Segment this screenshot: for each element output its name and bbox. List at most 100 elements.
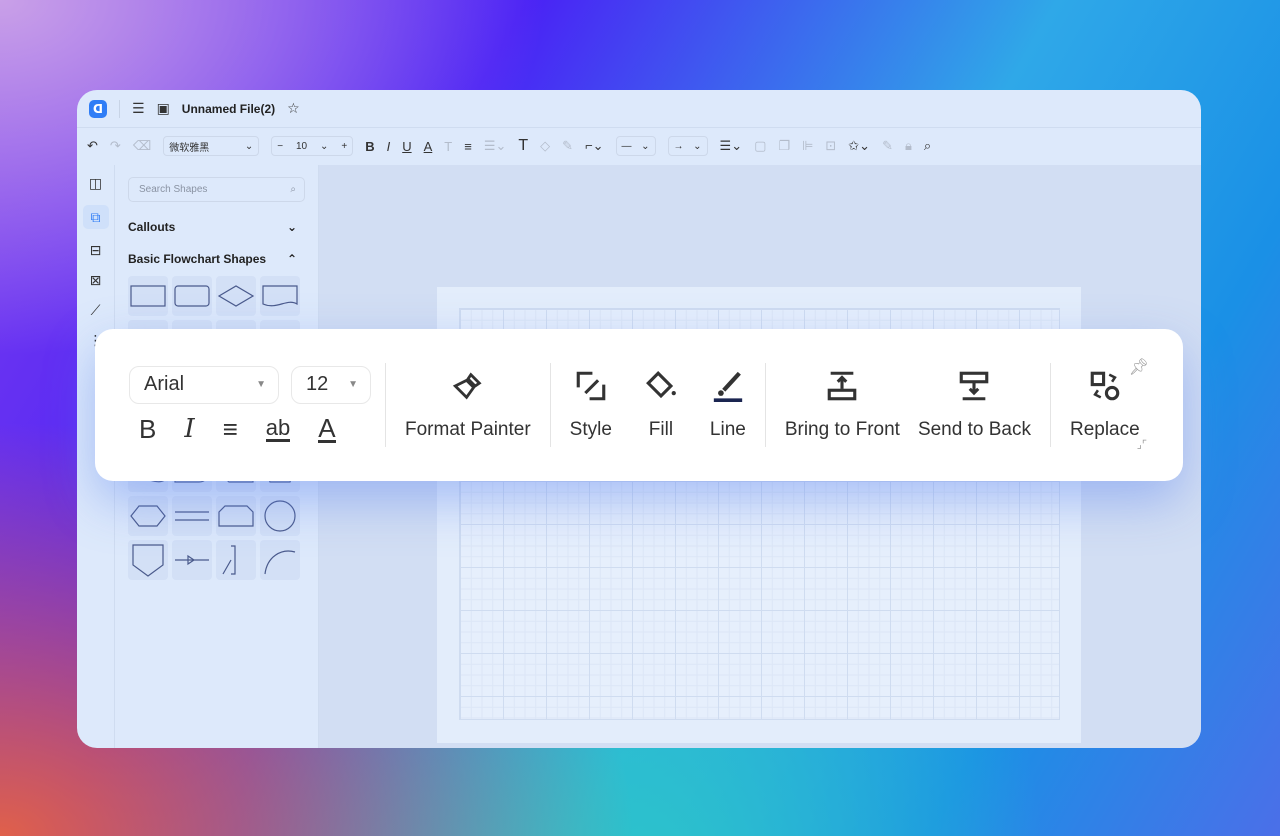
line-style-select[interactable]: — ⌄ [615,136,656,156]
section-callouts[interactable]: Callouts ⌄ [128,220,305,234]
send-back-icon [960,371,989,401]
shape-item[interactable] [216,540,256,580]
title-bar: ᗡ ☰ ▣ Unnamed File(2) ☆ [77,90,1201,128]
chart-icon[interactable]: ⟋ [91,302,101,319]
increase-icon[interactable]: + [341,141,347,152]
decrease-icon[interactable]: − [277,141,283,152]
collapse-icon[interactable]: ⌟⌜ [1137,438,1147,451]
shape-item[interactable] [260,496,300,536]
font-select[interactable]: Arial ▼ [129,365,279,404]
shape-item[interactable] [128,496,168,536]
font-select[interactable]: 微软雅黑 ⌄ [163,136,260,156]
line-button[interactable]: Line [705,369,751,441]
file-title[interactable]: Unnamed File(2) [182,102,275,116]
font-size-value: 12 [306,373,329,395]
image-icon[interactable]: ⊠ [90,272,102,289]
font-value: Arial [144,373,185,395]
replace-icon [1090,371,1120,401]
italic-icon[interactable]: I [387,139,391,154]
pin-icon[interactable]: 📌︎ [1129,357,1149,377]
divider [119,99,120,118]
shape-item[interactable] [172,276,212,316]
shape-item[interactable] [260,276,300,316]
button-label: Bring to Front [784,419,900,440]
bring-front-icon[interactable]: ▢ [754,138,766,154]
search-input[interactable]: Search Shapes ⌕ [128,177,305,202]
line-pen-icon [713,371,743,402]
fill-bucket-icon [645,371,676,399]
arrow-style-select[interactable]: → ⌄ [667,136,708,156]
underline-icon[interactable]: ab [265,416,291,442]
button-label: Replace [1069,419,1140,440]
shape-item[interactable] [216,276,256,316]
shape-item[interactable] [172,496,212,536]
send-to-back-button[interactable]: Send to Back [913,369,1036,441]
text-style-icon[interactable]: T [444,139,452,154]
text-icon[interactable]: T [518,137,528,155]
line-color-icon[interactable]: ✎ [562,138,573,154]
floating-toolbar: Arial ▼ 12 ▼ B I ≡ ab A Format Painter Sty… [95,329,1183,481]
align-icon[interactable]: ≡ [464,139,472,154]
style-icon [576,371,606,401]
section-label: Basic Flowchart Shapes [128,252,267,266]
button-label: Style [569,419,612,440]
divider [385,363,386,447]
search-placeholder: Search Shapes [139,184,208,195]
shape-item[interactable] [128,276,168,316]
fill-button[interactable]: Fill [639,369,683,441]
chevron-up-icon: ⌃ [286,252,297,266]
divider [1049,363,1051,447]
format-painter-icon[interactable]: ⌫ [133,138,151,154]
font-size-stepper[interactable]: −10 ⌄ + [271,136,354,156]
send-back-icon[interactable]: ❐ [778,138,790,154]
replace-button[interactable]: Replace [1065,369,1145,441]
fill-icon[interactable]: ◇ [540,138,550,154]
font-color-icon[interactable]: A [318,415,336,443]
font-size-select[interactable]: 12 ▼ [291,365,371,404]
undo-icon[interactable]: ↶ [87,138,98,154]
edit-icon[interactable]: ✎ [882,138,893,154]
line-spacing-icon[interactable]: ☰⌄ [484,138,507,154]
bring-front-icon [828,371,857,401]
divider [549,363,551,447]
menu-icon[interactable]: ☰ [132,100,145,117]
shape-item[interactable] [172,540,212,580]
font-color-icon[interactable]: A [424,139,433,154]
section-label: Callouts [128,220,176,234]
text-format-group: Arial ▼ 12 ▼ B I ≡ ab A [129,365,371,445]
connector-icon[interactable]: ⌐⌄ [585,138,603,154]
chevron-down-icon: ⌄ [286,220,297,234]
brush-icon [452,372,482,400]
align-objects-icon[interactable]: ⊫ [802,138,813,154]
star-icon[interactable]: ☆ [287,100,300,117]
app-logo[interactable]: ᗡ [89,99,107,118]
bring-to-front-button[interactable]: Bring to Front [780,369,905,441]
bold-icon[interactable]: B [365,139,374,154]
shape-item[interactable] [128,540,168,580]
library-icon[interactable]: ⊟ [90,242,102,259]
italic-icon[interactable]: I [184,414,194,444]
align-icon[interactable]: ≡ [223,414,238,445]
line-weight-icon[interactable]: ☰⌄ [720,138,743,154]
templates-icon[interactable]: ◫ [89,175,102,192]
redo-icon[interactable]: ↷ [110,138,121,154]
divider [764,363,766,447]
find-icon[interactable]: ⌕ [924,138,931,154]
main-toolbar: ↶ ↷ ⌫ 微软雅黑 ⌄ −10 ⌄ + B I U A T ≡ ☰⌄ T ◇ ✎ ⌐… [77,128,1201,164]
magic-icon[interactable]: ✩⌄ [848,138,870,154]
section-basic-flowchart[interactable]: Basic Flowchart Shapes ⌃ [128,252,305,266]
font-value: 微软雅黑 [169,142,210,154]
shapes-icon[interactable]: ⧉ [82,205,109,229]
shape-item[interactable] [260,540,300,580]
save-icon[interactable]: ▣ [157,100,170,117]
shape-item[interactable] [216,496,256,536]
lock-icon[interactable]: 🔒︎ [905,138,912,154]
button-label: Line [709,419,746,440]
format-painter-button[interactable]: Format Painter [400,369,536,441]
style-button[interactable]: Style [565,369,617,441]
search-icon[interactable]: ⌕ [290,184,296,195]
group-icon[interactable]: ⊡ [825,138,836,154]
button-label: Send to Back [917,419,1031,440]
bold-icon[interactable]: B [139,414,156,445]
underline-icon[interactable]: U [402,139,411,154]
